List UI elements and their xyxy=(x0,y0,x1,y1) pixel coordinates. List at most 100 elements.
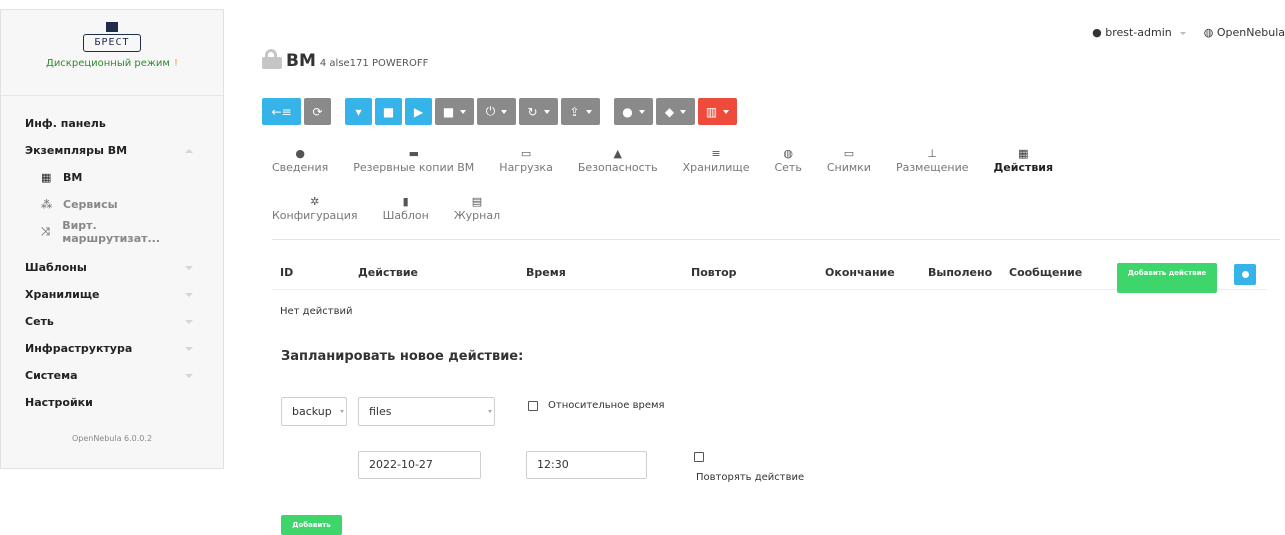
tab-label: Сведения xyxy=(272,161,329,174)
tab-security[interactable]: ▲ Безопасность xyxy=(578,147,658,174)
column-done[interactable]: Выполено xyxy=(928,266,992,279)
user-dropdown[interactable]: ● xyxy=(614,98,653,125)
save-button[interactable]: ■ xyxy=(375,98,402,125)
logo[interactable]: БРЕСТ Дискреционный режим! xyxy=(1,10,223,96)
target-select[interactable]: files xyxy=(358,397,495,426)
share-icon: ⇪ xyxy=(569,104,580,119)
tab-network[interactable]: ◍ Сеть xyxy=(774,147,801,174)
sidebar-item-label: Настройки xyxy=(25,396,93,409)
calendar-icon: ▦ xyxy=(1018,147,1029,160)
tab-backups[interactable]: ▬ Резервные копии ВМ xyxy=(353,147,474,174)
sidebar-item-settings[interactable]: Настройки xyxy=(1,389,223,416)
sidebar-item-label: Вирт. маршрутизат... xyxy=(62,218,161,245)
lock-icon: ▲ xyxy=(613,147,622,160)
tab-label: Сеть xyxy=(774,161,802,174)
caret-icon xyxy=(585,109,592,114)
play-button[interactable]: ▶ xyxy=(405,98,432,125)
sidebar: БРЕСТ Дискреционный режим! Инф. панель Э… xyxy=(0,9,224,469)
date-input[interactable]: 2022-10-27 xyxy=(358,451,481,479)
caret-icon xyxy=(543,109,550,114)
sidebar-item-label: Сервисы xyxy=(63,198,118,211)
user-menu[interactable]: ● brest-admin xyxy=(1092,26,1186,46)
tab-snapshots[interactable]: ▭ Снимки xyxy=(827,147,871,174)
sitemap-icon: ⊥ xyxy=(927,147,938,160)
divider xyxy=(272,239,1280,240)
sidebar-item-system[interactable]: Система xyxy=(1,362,223,389)
archive-icon: ▬ xyxy=(408,147,419,160)
reboot-icon: ↻ xyxy=(527,104,538,119)
sidebar-item-dashboard[interactable]: Инф. панель xyxy=(1,110,223,137)
mode-text: Дискреционный режим xyxy=(46,58,170,69)
sidebar-item-storage[interactable]: Хранилище xyxy=(1,281,223,308)
column-message[interactable]: Сообщение xyxy=(1009,266,1082,279)
column-id[interactable]: ID xyxy=(280,266,293,279)
sidebar-item-services[interactable]: ⁂ Сервисы xyxy=(1,191,223,218)
sidebar-item-vms[interactable]: ▦ ВМ xyxy=(1,164,223,191)
column-end[interactable]: Окончание xyxy=(825,266,895,279)
page-title: ВМ 4 alse171 POWEROFF xyxy=(262,46,428,71)
tab-placement[interactable]: ⊥ Размещение xyxy=(896,147,969,174)
user-name: brest-admin xyxy=(1105,26,1172,39)
sidebar-item-infrastructure[interactable]: Инфраструктура xyxy=(1,335,223,362)
chevron-down-icon xyxy=(185,292,193,297)
zone-menu[interactable]: ◍ OpenNebula xyxy=(1204,26,1285,46)
sidebar-item-label: Хранилище xyxy=(25,288,100,301)
share-dropdown[interactable]: ⇪ xyxy=(561,98,600,125)
target-select-value: files xyxy=(369,405,392,418)
grid-icon: ▦ xyxy=(41,171,52,184)
services-icon: ⁂ xyxy=(41,198,53,211)
sidebar-item-templates[interactable]: Шаблоны xyxy=(1,254,223,281)
chevron-down-icon xyxy=(185,265,193,270)
sidebar-item-label: Экземпляры ВМ xyxy=(25,144,128,157)
caret-icon xyxy=(680,109,687,114)
clock-icon xyxy=(1241,271,1249,278)
laptop-icon: ▭ xyxy=(520,147,532,160)
reboot-dropdown[interactable]: ↻ xyxy=(519,98,558,125)
action-select[interactable]: backup xyxy=(281,397,347,426)
tab-log[interactable]: ▤ Журнал xyxy=(454,195,500,222)
column-repeat[interactable]: Повтор xyxy=(691,266,737,279)
file-icon: ▮ xyxy=(402,195,409,208)
refresh-button[interactable]: ⟳ xyxy=(304,98,331,125)
tab-actions[interactable]: ▦ Действия xyxy=(993,147,1053,174)
add-schedule-button[interactable]: Добавить xyxy=(281,515,342,535)
delete-dropdown[interactable]: ▥ xyxy=(698,98,737,125)
caret-icon xyxy=(638,109,645,114)
column-action[interactable]: Действие xyxy=(358,266,418,279)
sidebar-item-vm-instances[interactable]: Экземпляры ВМ xyxy=(1,137,223,164)
relative-time-checkbox[interactable] xyxy=(528,401,538,411)
sidebar-item-network[interactable]: Сеть xyxy=(1,308,223,335)
back-list-icon: ←≡ xyxy=(271,104,292,119)
deploy-button[interactable]: ▾ xyxy=(345,98,372,125)
add-action-button[interactable]: Добавить действие xyxy=(1117,263,1217,293)
topbar: ● brest-admin ◍ OpenNebula xyxy=(1092,26,1285,46)
tab-label: Конфигурация xyxy=(272,209,358,222)
tab-configuration[interactable]: ✲ Конфигурация xyxy=(272,195,358,222)
column-time[interactable]: Время xyxy=(526,266,566,279)
globe-icon: ◍ xyxy=(783,147,793,160)
user-icon: ● xyxy=(622,104,633,119)
tab-template[interactable]: ▮ Шаблон xyxy=(383,195,429,222)
unlock-icon xyxy=(262,49,282,69)
tab-label: Журнал xyxy=(453,209,501,222)
power-dropdown[interactable]: ⏻ xyxy=(477,98,516,125)
label-dropdown[interactable]: ◆ xyxy=(656,98,695,125)
chevron-down-icon xyxy=(1179,31,1186,35)
sidebar-item-label: Шаблоны xyxy=(25,261,87,274)
tab-label: Хранилище xyxy=(682,161,750,174)
sidebar-item-virtual-routers[interactable]: ⤨ Вирт. маршрутизат... xyxy=(1,218,223,245)
chevron-down-icon xyxy=(185,373,193,378)
tab-capacity[interactable]: ▭ Нагрузка xyxy=(499,147,553,174)
tab-storage[interactable]: ≡ Хранилище xyxy=(683,147,750,174)
storage-icon: ≡ xyxy=(711,147,721,160)
tab-info[interactable]: ● Сведения xyxy=(272,147,328,174)
time-input[interactable]: 12:30 xyxy=(526,451,647,479)
empty-message: Нет действий xyxy=(280,306,353,317)
lock-dropdown[interactable]: ■ xyxy=(435,98,474,125)
back-button[interactable]: ←≡ xyxy=(262,98,301,125)
sidebar-item-label: ВМ xyxy=(63,171,83,184)
sidebar-item-label: Сеть xyxy=(25,315,54,328)
clock-button[interactable] xyxy=(1234,264,1256,285)
lock-icon: ■ xyxy=(442,104,455,119)
repeat-checkbox[interactable] xyxy=(694,452,704,462)
